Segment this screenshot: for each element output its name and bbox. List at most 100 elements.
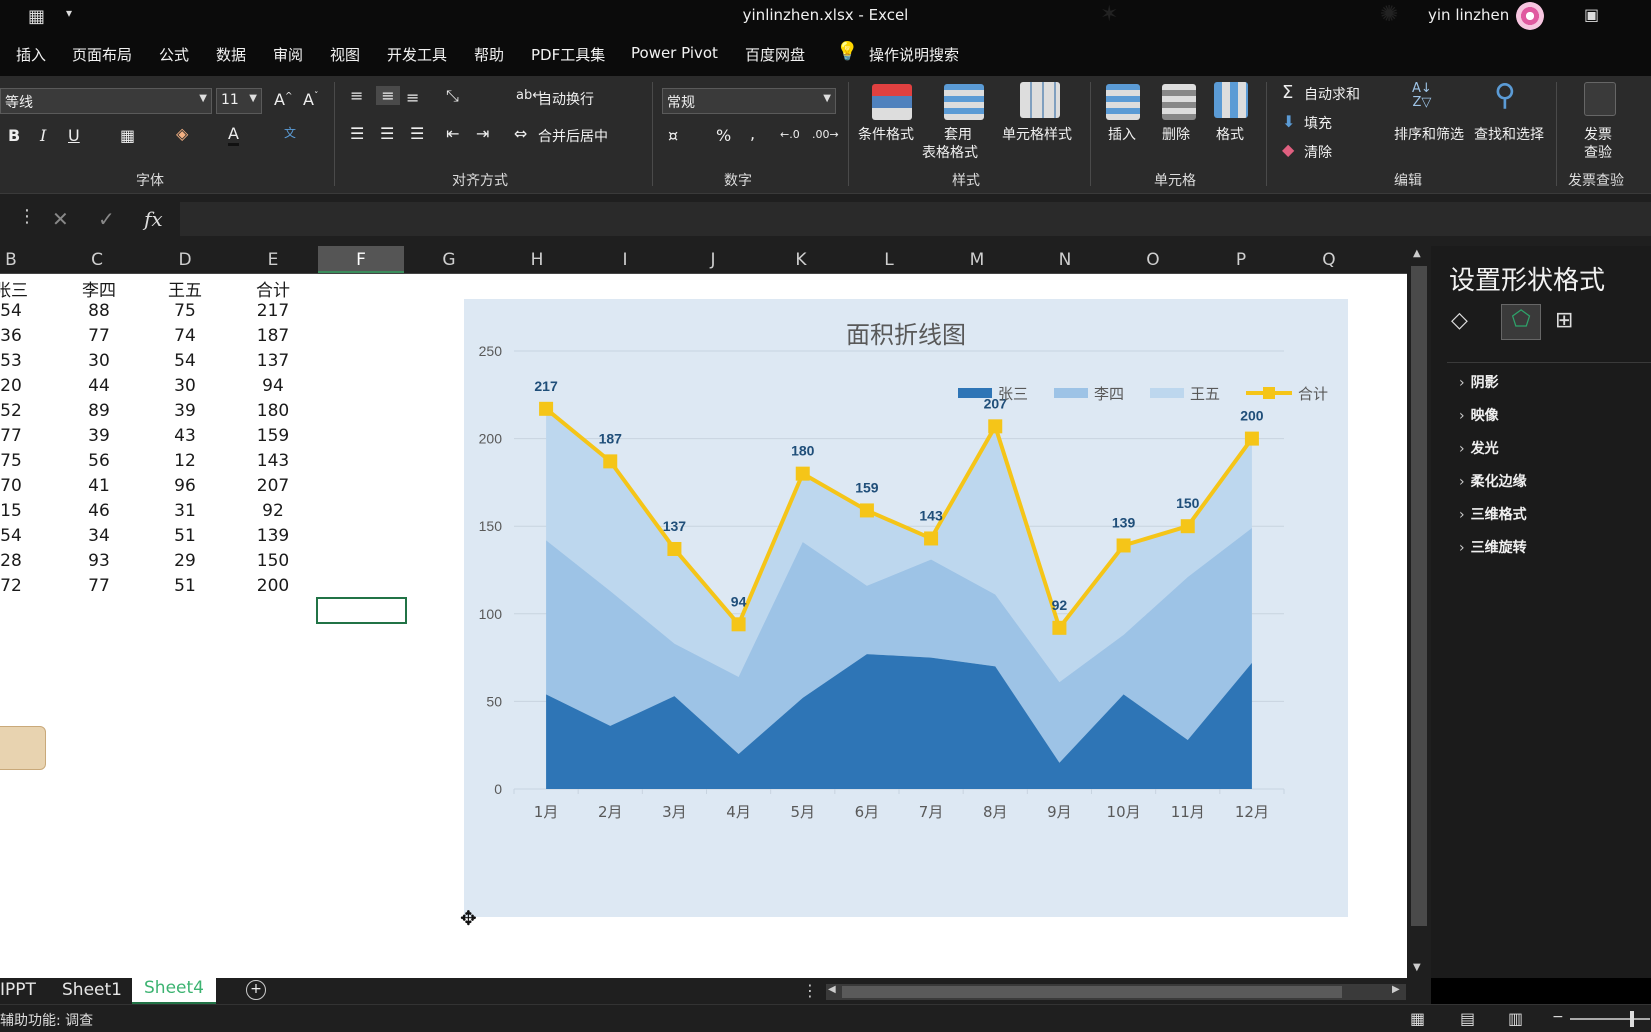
table-cell[interactable]: 200: [230, 576, 316, 596]
format-cells-icon[interactable]: [1214, 82, 1248, 118]
column-header-o[interactable]: O: [1110, 250, 1196, 270]
table-cell[interactable]: 36: [0, 326, 54, 346]
formula-input[interactable]: [180, 202, 1651, 236]
table-cell[interactable]: 96: [142, 476, 228, 496]
merge-center-button[interactable]: 合并后居中: [538, 126, 608, 146]
format-button[interactable]: 格式: [1216, 124, 1244, 144]
invoice-button-line2[interactable]: 查验: [1584, 142, 1612, 162]
avatar[interactable]: [1516, 2, 1544, 30]
zoom-slider[interactable]: [1570, 1018, 1650, 1020]
table-cell[interactable]: 12: [142, 451, 228, 471]
size-properties-tab-icon[interactable]: ⊞: [1555, 308, 1573, 333]
align-right-icon[interactable]: ☰: [410, 124, 424, 143]
menu-pdf-tools[interactable]: PDF工具集: [531, 44, 605, 65]
find-select-button[interactable]: 查找和选择: [1474, 124, 1544, 144]
normal-view-icon[interactable]: ▦: [1410, 1009, 1425, 1028]
menu-data[interactable]: 数据: [216, 44, 246, 65]
column-header-d[interactable]: D: [142, 250, 228, 270]
vertical-scrollbar[interactable]: ▲ ▼: [1407, 246, 1431, 978]
menu-insert[interactable]: 插入: [16, 44, 46, 65]
font-name-select[interactable]: 等线 ▼: [0, 88, 212, 114]
table-cell[interactable]: 30: [56, 351, 142, 371]
table-cell[interactable]: 75: [142, 301, 228, 321]
table-cell[interactable]: 77: [56, 576, 142, 596]
vertical-scroll-thumb[interactable]: [1411, 266, 1427, 926]
insert-button[interactable]: 插入: [1108, 124, 1136, 144]
page-layout-view-icon[interactable]: ▤: [1460, 1009, 1475, 1028]
table-cell[interactable]: 20: [0, 376, 54, 396]
table-cell[interactable]: 139: [230, 526, 316, 546]
wrap-text-button[interactable]: 自动换行: [538, 89, 594, 109]
column-header-j[interactable]: J: [670, 250, 756, 270]
column-header-l[interactable]: L: [846, 250, 932, 270]
sort-filter-button[interactable]: 排序和筛选: [1394, 124, 1464, 144]
table-cell[interactable]: 89: [56, 401, 142, 421]
sheet-tab-sheet1[interactable]: Sheet1: [62, 980, 122, 1000]
currency-icon[interactable]: ¤: [668, 126, 678, 145]
horizontal-scrollbar[interactable]: ◀ ▶: [826, 984, 1406, 1000]
table-cell[interactable]: 51: [142, 526, 228, 546]
font-color-icon[interactable]: A: [228, 124, 239, 146]
table-cell[interactable]: 77: [56, 326, 142, 346]
conditional-format-button[interactable]: 条件格式: [858, 124, 914, 144]
panel-item-shadow[interactable]: › 阴影: [1459, 372, 1499, 392]
more-options-icon[interactable]: ⋮: [802, 981, 818, 1000]
table-cell[interactable]: 159: [230, 426, 316, 446]
table-cell[interactable]: 39: [142, 401, 228, 421]
scroll-left-icon[interactable]: ◀: [828, 984, 836, 995]
worksheet[interactable]: 张三 李四 王五 合计 54 88 75 217 36 77 74 187 53 30 54 137 20 44 3…: [0, 274, 1407, 978]
align-middle-icon[interactable]: ≡: [376, 86, 400, 105]
table-header-cell[interactable]: 李四: [56, 276, 142, 301]
table-cell[interactable]: 15: [0, 501, 54, 521]
menu-review[interactable]: 审阅: [273, 44, 303, 65]
increase-indent-icon[interactable]: ⇥: [476, 124, 489, 143]
table-cell[interactable]: 94: [230, 376, 316, 396]
zoom-out-icon[interactable]: −: [1552, 1009, 1564, 1025]
table-header-cell[interactable]: 合计: [230, 276, 316, 301]
column-header-i[interactable]: I: [582, 250, 668, 270]
menu-formulas[interactable]: 公式: [159, 44, 189, 65]
column-header-b[interactable]: B: [0, 250, 54, 270]
invoice-button-line1[interactable]: 发票: [1584, 124, 1612, 144]
italic-icon[interactable]: I: [40, 126, 46, 145]
table-cell[interactable]: 54: [0, 526, 54, 546]
delete-button[interactable]: 删除: [1162, 124, 1190, 144]
table-cell[interactable]: 92: [230, 501, 316, 521]
increase-font-icon[interactable]: A^: [274, 90, 293, 109]
zoom-slider-thumb[interactable]: [1630, 1011, 1634, 1027]
table-cell[interactable]: 93: [56, 551, 142, 571]
column-header-n[interactable]: N: [1022, 250, 1108, 270]
more-options-icon[interactable]: ⋮: [18, 206, 36, 227]
cell-style-button[interactable]: 单元格样式: [1002, 124, 1072, 144]
table-cell[interactable]: 75: [0, 451, 54, 471]
table-cell[interactable]: 217: [230, 301, 316, 321]
column-header-k[interactable]: K: [758, 250, 844, 270]
insert-function-button[interactable]: fx: [144, 207, 163, 231]
table-cell[interactable]: 30: [142, 376, 228, 396]
align-bottom-icon[interactable]: ≡: [406, 88, 419, 107]
table-cell[interactable]: 44: [56, 376, 142, 396]
table-cell[interactable]: 51: [142, 576, 228, 596]
text-orientation-icon[interactable]: ⤡: [446, 86, 459, 106]
table-format-button-line1[interactable]: 套用: [944, 124, 972, 144]
table-cell[interactable]: 54: [0, 301, 54, 321]
table-cell[interactable]: 88: [56, 301, 142, 321]
menu-baidu-pan[interactable]: 百度网盘: [745, 44, 805, 65]
menu-search[interactable]: 操作说明搜索: [869, 44, 959, 65]
column-header-m[interactable]: M: [934, 250, 1020, 270]
add-sheet-icon[interactable]: +: [246, 980, 266, 1000]
scroll-up-icon[interactable]: ▲: [1413, 248, 1421, 259]
enter-icon[interactable]: ✓: [98, 207, 115, 231]
table-cell[interactable]: 29: [142, 551, 228, 571]
column-header-f[interactable]: F: [318, 246, 404, 273]
selected-cell[interactable]: [316, 597, 407, 624]
phonetic-icon[interactable]: 文: [284, 124, 296, 141]
sheet-tab-ippt[interactable]: IPPT: [0, 980, 36, 1000]
page-break-view-icon[interactable]: ▥: [1508, 1009, 1523, 1028]
table-cell[interactable]: 77: [0, 426, 54, 446]
clear-button[interactable]: 清除: [1304, 142, 1332, 162]
table-cell[interactable]: 54: [142, 351, 228, 371]
fill-line-tab-icon[interactable]: ◇: [1451, 308, 1468, 333]
cell-style-icon[interactable]: [1020, 82, 1060, 118]
table-cell[interactable]: 56: [56, 451, 142, 471]
